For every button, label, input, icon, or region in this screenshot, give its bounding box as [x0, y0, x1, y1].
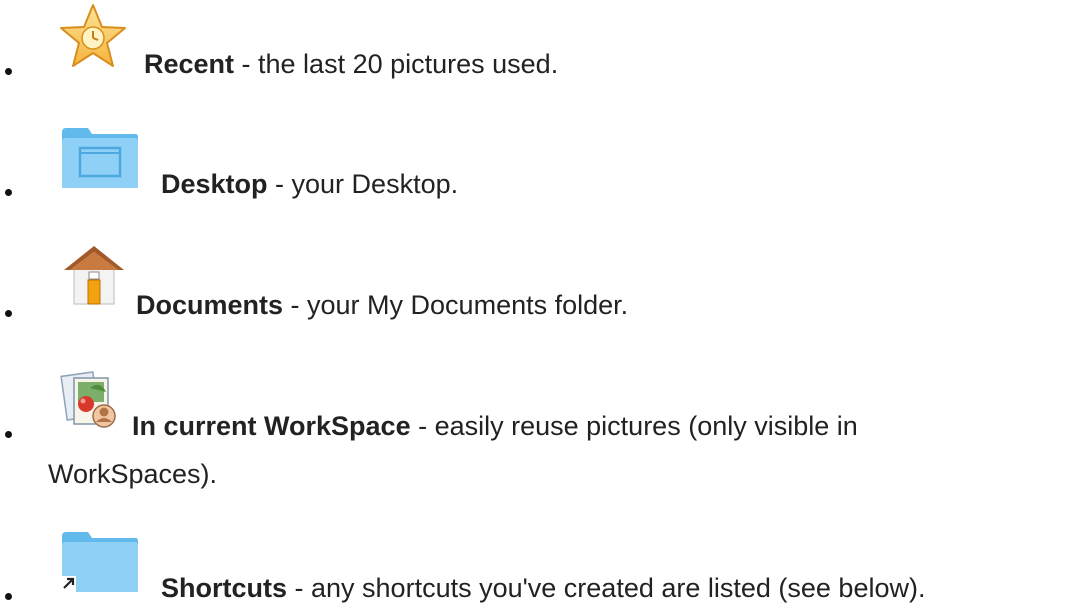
item-text: Desktop - your Desktop.	[161, 166, 458, 202]
item-description: - your Desktop.	[267, 169, 459, 199]
item-text: Shortcuts - any shortcuts you've created…	[161, 570, 925, 606]
item-label: Desktop	[161, 169, 268, 199]
bullet	[5, 431, 12, 438]
shortcut-folder-icon	[60, 532, 138, 592]
bullet	[5, 593, 12, 600]
recent-star-icon	[60, 4, 126, 67]
item-label: Documents	[136, 290, 284, 320]
item-description: - easily reuse pictures (only visible in	[410, 411, 858, 441]
item-label: Recent	[144, 49, 235, 79]
bullet	[5, 310, 12, 317]
item-description-continued: WorkSpaces).	[48, 459, 218, 489]
bullet	[5, 68, 12, 75]
item-description: - the last 20 pictures used.	[234, 49, 559, 79]
item-text: Documents - your My Documents folder.	[136, 287, 628, 323]
item-label: Shortcuts	[161, 573, 288, 603]
item-label: In current WorkSpace	[132, 411, 411, 441]
item-text: In current WorkSpace - easily reuse pict…	[132, 408, 858, 444]
workspace-pictures-icon	[60, 371, 116, 428]
item-description: - your My Documents folder.	[283, 290, 629, 320]
bullet	[5, 189, 12, 196]
item-text: Recent - the last 20 pictures used.	[144, 46, 558, 82]
home-icon	[64, 246, 124, 305]
desktop-folder-icon	[62, 128, 138, 188]
item-description: - any shortcuts you've created are liste…	[287, 573, 926, 603]
